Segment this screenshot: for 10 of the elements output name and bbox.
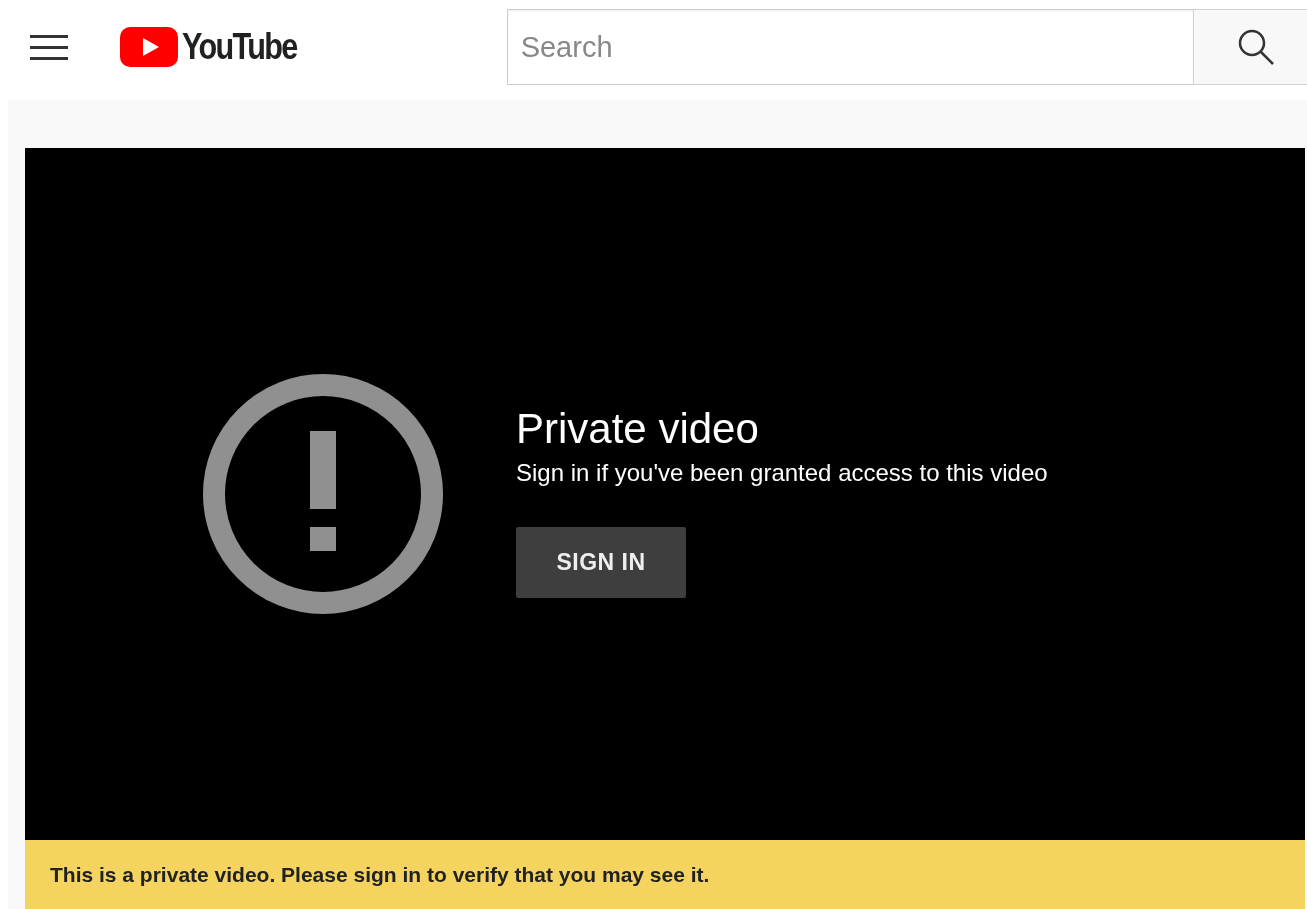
notice-text: This is a private video. Please sign in to verify that you may see it. — [50, 862, 710, 887]
exclamation-circle-icon — [202, 373, 444, 615]
video-title: Private video — [516, 403, 759, 454]
sign-in-button[interactable]: SIGN IN — [516, 526, 686, 598]
menu-icon[interactable] — [30, 33, 68, 61]
search-button[interactable] — [1192, 9, 1307, 85]
logo-text[interactable]: YouTube — [182, 26, 297, 68]
search-field[interactable]: Search — [506, 9, 1193, 85]
play-logo-icon[interactable] — [120, 27, 178, 67]
access-message: Sign in if you've been granted access to this video — [516, 458, 1048, 487]
